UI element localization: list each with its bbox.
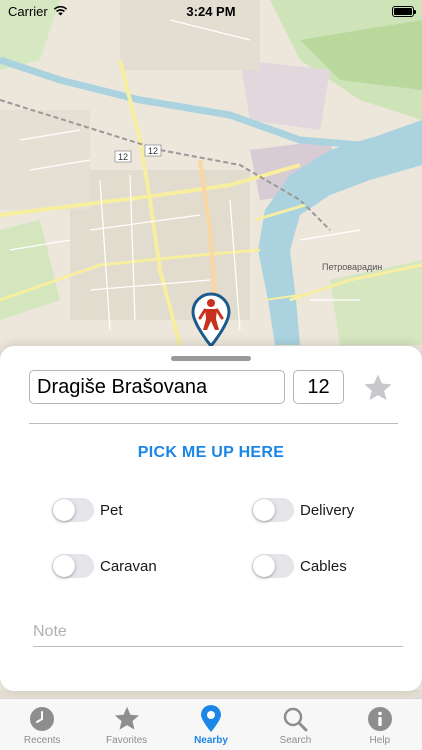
tab-label: Search — [279, 735, 312, 746]
tab-label: Help — [369, 735, 391, 746]
star-icon — [113, 705, 141, 733]
map-label-route: 12 — [118, 152, 128, 162]
toggle-knob — [53, 555, 75, 577]
option-delivery[interactable]: Delivery — [252, 496, 354, 524]
map-label-district: Петроварадин — [322, 262, 382, 272]
info-icon — [366, 705, 394, 733]
battery-icon — [392, 5, 416, 17]
tab-help[interactable]: Help — [338, 699, 422, 750]
option-label: Cables — [300, 557, 347, 575]
person-location-pin-icon[interactable] — [190, 292, 232, 349]
magnifier-icon — [281, 705, 309, 733]
tab-bar: Recents Favorites Nearby Search Help — [0, 698, 422, 750]
caravan-toggle[interactable] — [52, 554, 94, 578]
sheet-grabber[interactable] — [171, 356, 251, 361]
carrier-group: Carrier — [8, 4, 68, 19]
tab-favorites[interactable]: Favorites — [84, 699, 168, 750]
favorite-star-icon[interactable] — [361, 371, 395, 405]
tab-search[interactable]: Search — [253, 699, 337, 750]
cables-toggle[interactable] — [252, 554, 294, 578]
clock-icon — [28, 705, 56, 733]
delivery-toggle[interactable] — [252, 498, 294, 522]
toggle-knob — [253, 555, 275, 577]
tab-label: Favorites — [106, 735, 148, 746]
wifi-icon — [53, 4, 68, 19]
tab-recents[interactable]: Recents — [0, 699, 84, 750]
option-label: Caravan — [100, 557, 157, 575]
tab-nearby[interactable]: Nearby — [169, 699, 253, 750]
map-label-route: 12 — [148, 146, 158, 156]
battery-level — [394, 7, 412, 15]
option-label: Delivery — [300, 501, 355, 519]
status-bar: Carrier 3:24 PM — [0, 0, 422, 22]
tab-label: Recents — [23, 735, 61, 746]
street-field[interactable]: Dragiše Brašovana — [29, 370, 285, 404]
note-input[interactable]: Note — [33, 623, 403, 647]
location-pin-icon — [197, 705, 225, 733]
toggle-knob — [53, 499, 75, 521]
option-label: Pet — [100, 501, 123, 519]
option-caravan[interactable]: Caravan — [52, 552, 157, 580]
carrier-label: Carrier — [8, 3, 48, 19]
toggle-knob — [253, 499, 275, 521]
option-cables[interactable]: Cables — [252, 552, 347, 580]
pet-toggle[interactable] — [52, 498, 94, 522]
tab-label: Nearby — [194, 735, 228, 746]
option-pet[interactable]: Pet — [52, 496, 123, 524]
house-number-field[interactable]: 12 — [293, 370, 344, 404]
pick-me-up-button[interactable]: PICK ME UP HERE — [0, 444, 422, 462]
address-divider — [29, 423, 398, 424]
